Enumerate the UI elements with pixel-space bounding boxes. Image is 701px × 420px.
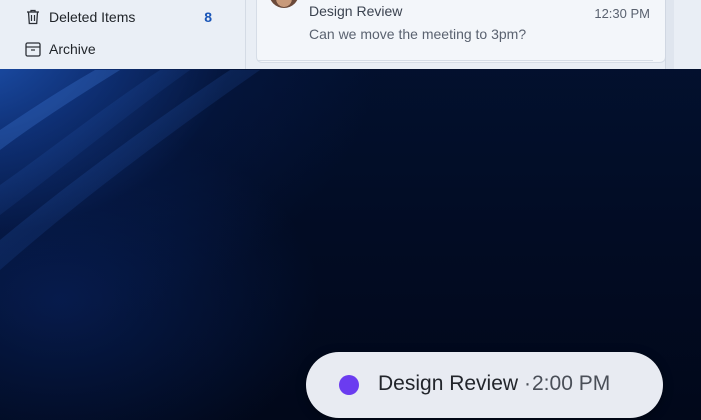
toast-separator: · [524, 372, 531, 395]
folder-sidebar: Deleted Items 8 Archive [0, 0, 245, 69]
sidebar-item-label: Deleted Items [49, 9, 136, 25]
trash-icon [25, 9, 41, 25]
avatar [269, 0, 299, 8]
sidebar-item-archive[interactable]: Archive [0, 33, 245, 65]
message-list-item[interactable]: Design Review Can we move the meeting to… [256, 0, 666, 63]
mail-window: Deleted Items 8 Archive Design Review Ca… [0, 0, 701, 69]
message-sender: Design Review [309, 3, 403, 19]
toast-title: Design Review [378, 372, 519, 395]
sidebar-item-deleted-items[interactable]: Deleted Items 8 [0, 1, 245, 33]
scrollbar[interactable] [665, 0, 674, 69]
sidebar-item-label: Archive [49, 41, 96, 57]
message-time: 12:30 PM [594, 6, 650, 21]
divider [257, 60, 653, 61]
message-preview: Can we move the meeting to 3pm? [309, 26, 527, 42]
toast-time: 2:00 PM [532, 372, 611, 395]
archive-icon [25, 41, 41, 57]
calendar-color-dot-icon [339, 375, 359, 395]
unread-count-badge: 8 [204, 9, 212, 25]
meeting-reminder-toast[interactable]: Design Review · 2:00 PM [306, 352, 663, 418]
message-list: Design Review Can we move the meeting to… [246, 0, 701, 69]
